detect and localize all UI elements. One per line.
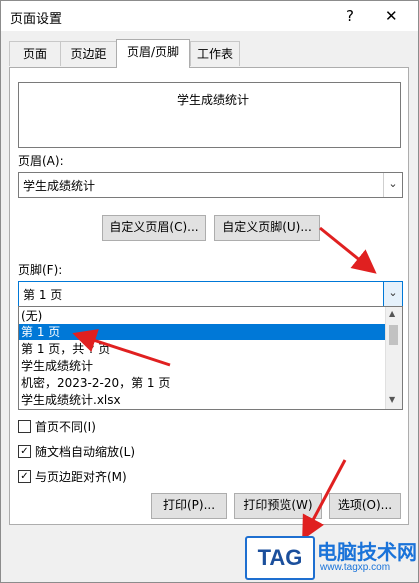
tab-page[interactable]: 页面 <box>9 41 61 66</box>
footer-select-value: 第 1 页 <box>23 288 63 302</box>
list-item[interactable]: 学生成绩统计 <box>19 358 387 374</box>
list-item-selected[interactable]: 第 1 页 <box>19 324 387 340</box>
watermark-name: 电脑技术网 <box>317 540 417 564</box>
align-with-margins-checkbox[interactable]: ✓ <box>18 470 31 483</box>
list-item[interactable]: 学生成绩统计.xlsx <box>19 392 387 408</box>
chevron-down-icon[interactable]: ⌄ <box>383 282 402 306</box>
header-select[interactable]: 学生成绩统计 ⌄ <box>18 172 403 198</box>
window-title: 页面设置 <box>10 12 63 27</box>
list-item[interactable]: (无) <box>19 308 387 324</box>
custom-footer-button[interactable]: 自定义页脚(U)... <box>214 215 320 241</box>
scroll-down-icon[interactable]: ▼ <box>389 395 395 404</box>
different-first-page-checkbox[interactable] <box>18 420 31 433</box>
chevron-down-icon[interactable]: ⌄ <box>383 173 402 197</box>
print-preview-button[interactable]: 打印预览(W) <box>234 493 322 519</box>
list-item[interactable]: 第 1 页，共 ? 页 <box>19 341 387 357</box>
scale-with-document-label: 随文档自动缩放(L) <box>35 445 136 459</box>
header-label: 页眉(A): <box>18 154 64 168</box>
scale-with-document-checkbox[interactable]: ✓ <box>18 445 31 458</box>
scroll-up-icon[interactable]: ▲ <box>389 309 395 318</box>
scroll-thumb[interactable] <box>389 325 398 345</box>
align-with-margins-label: 与页边距对齐(M) <box>35 470 127 484</box>
different-first-page-label: 首页不同(I) <box>35 420 96 434</box>
header-select-value: 学生成绩统计 <box>23 179 96 193</box>
help-button[interactable]: ? <box>346 7 354 25</box>
footer-label: 页脚(F): <box>18 263 63 277</box>
header-preview: 学生成绩统计 <box>18 82 401 148</box>
list-scrollbar[interactable]: ▲ ▼ <box>385 307 402 409</box>
list-item[interactable]: 机密，2023-2-20，第 1 页 <box>19 375 387 391</box>
footer-dropdown-list[interactable]: (无) 第 1 页 第 1 页，共 ? 页 学生成绩统计 机密，2023-2-2… <box>18 306 403 410</box>
close-button[interactable]: ✕ <box>385 7 398 25</box>
tab-sheet[interactable]: 工作表 <box>190 41 240 66</box>
options-button[interactable]: 选项(O)... <box>329 493 401 519</box>
header-preview-text: 学生成绩统计 <box>177 93 250 107</box>
title-bar: 页面设置 ? ✕ <box>1 1 418 31</box>
watermark-url: www.tagxp.com <box>320 562 391 573</box>
page-setup-dialog: 页面设置 ? ✕ 页面 页边距 页眉/页脚 工作表 学生成绩统计 页眉(A): … <box>0 0 419 583</box>
footer-select[interactable]: 第 1 页 ⌄ <box>18 281 403 307</box>
tag-logo: TAG <box>245 536 315 580</box>
print-button[interactable]: 打印(P)... <box>151 493 227 519</box>
custom-header-button[interactable]: 自定义页眉(C)... <box>102 215 206 241</box>
tab-margins[interactable]: 页边距 <box>60 41 117 66</box>
tab-header-footer[interactable]: 页眉/页脚 <box>116 39 190 68</box>
